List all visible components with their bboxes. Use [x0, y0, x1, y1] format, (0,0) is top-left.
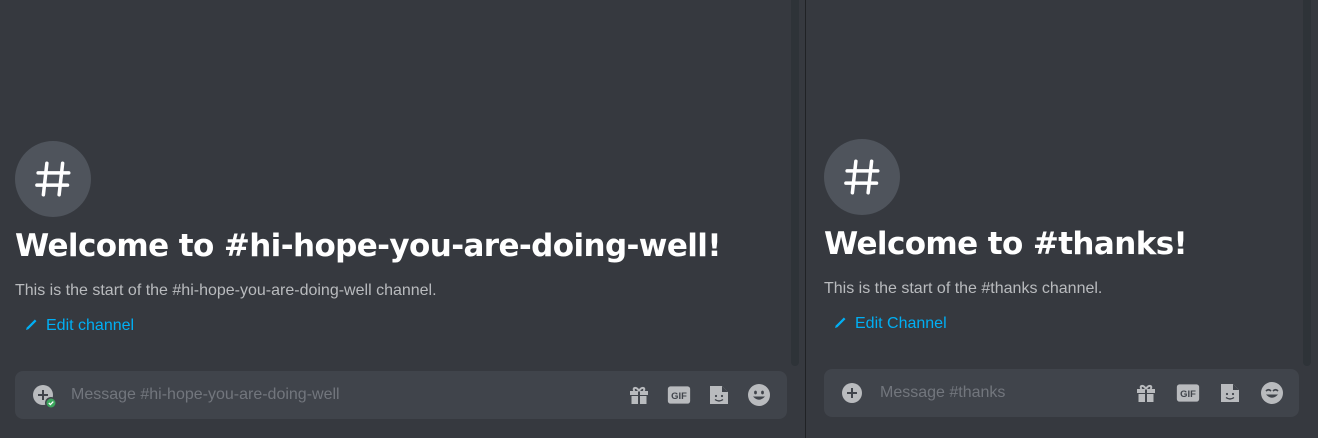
edit-channel-link[interactable]: Edit channel: [22, 317, 134, 335]
svg-text:GIF: GIF: [671, 390, 687, 401]
svg-text:GIF: GIF: [1180, 388, 1196, 399]
edit-channel-link[interactable]: Edit Channel: [831, 315, 947, 333]
edit-channel-label: Edit channel: [46, 317, 135, 334]
emoji-button[interactable]: [1260, 381, 1284, 405]
emoji-icon: [1261, 382, 1283, 404]
gift-icon: [1137, 385, 1155, 402]
channel-start-text: This is the start of the #thanks channel…: [824, 280, 1103, 297]
composer-tools: GIF: [1134, 381, 1284, 405]
gif-button[interactable]: GIF: [667, 383, 691, 407]
message-input[interactable]: [69, 385, 627, 405]
emoji-icon: [748, 384, 770, 406]
welcome-heading: Welcome to #hi-hope-you-are-doing-well!: [15, 228, 721, 264]
online-badge-icon: [45, 397, 57, 409]
pencil-icon: [26, 319, 37, 330]
hash-icon: [35, 161, 71, 197]
gif-button[interactable]: GIF: [1176, 381, 1200, 405]
gift-icon: [630, 387, 648, 404]
channel-pane-left: Welcome to #hi-hope-you-are-doing-well! …: [0, 0, 805, 438]
scrollbar[interactable]: [1303, 0, 1311, 366]
edit-channel-label: Edit Channel: [855, 315, 947, 332]
channel-hash-badge: [15, 141, 91, 217]
welcome-heading: Welcome to #thanks!: [824, 226, 1188, 262]
sticker-icon: [1221, 384, 1239, 402]
plus-circle-button[interactable]: [840, 381, 864, 405]
pencil-icon: [835, 317, 846, 328]
composer-tools: GIF: [627, 383, 771, 407]
gif-icon: GIF: [667, 386, 691, 404]
gif-icon: GIF: [1176, 384, 1200, 402]
hash-icon: [844, 159, 880, 195]
sticker-button[interactable]: [707, 383, 731, 407]
gift-button[interactable]: [627, 383, 651, 407]
message-input[interactable]: [878, 383, 1134, 403]
sticker-icon: [710, 386, 728, 404]
channel-start-text: This is the start of the #hi-hope-you-ar…: [15, 282, 437, 299]
message-composer: GIF: [824, 369, 1299, 417]
emoji-button[interactable]: [747, 383, 771, 407]
channel-pane-right: Welcome to #thanks! This is the start of…: [806, 0, 1318, 438]
plus-circle-button[interactable]: [31, 383, 57, 409]
message-composer: GIF: [15, 371, 787, 419]
gift-button[interactable]: [1134, 381, 1158, 405]
sticker-button[interactable]: [1218, 381, 1242, 405]
scrollbar[interactable]: [791, 0, 799, 366]
plus-circle-icon: [842, 383, 862, 403]
channel-hash-badge: [824, 139, 900, 215]
